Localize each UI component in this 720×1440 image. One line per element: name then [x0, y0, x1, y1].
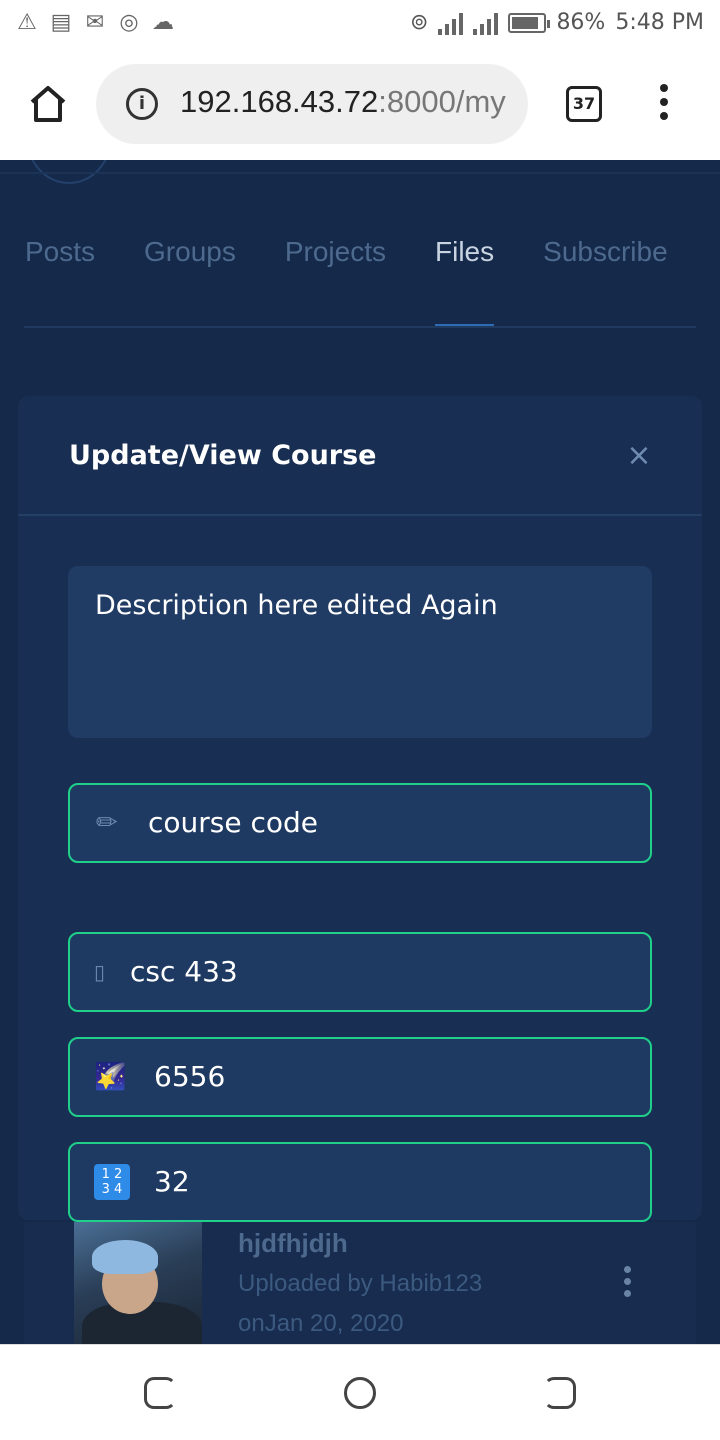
- file-title[interactable]: hjdfhjdjh: [238, 1228, 348, 1259]
- gmail-icon: ✉: [85, 10, 105, 35]
- course-units-value: 32: [154, 1165, 190, 1198]
- browser-toolbar: i 192.168.43.72:8000/my 37: [0, 48, 720, 160]
- course-name-field[interactable]: ▯ csc 433: [68, 932, 652, 1012]
- close-icon[interactable]: ×: [624, 438, 654, 473]
- notification-icons: ⚠ ▤ ✉ ◎ ☁: [14, 10, 176, 36]
- update-course-modal: Update/View Course × Description here ed…: [18, 396, 702, 1222]
- course-id-field[interactable]: 🌠 6556: [68, 1037, 652, 1117]
- file-list-item[interactable]: hjdfhjdjh Uploaded by Habib123 onJan 20,…: [24, 1222, 696, 1344]
- hotspot-icon: ⊚: [410, 10, 429, 35]
- tab-projects[interactable]: Projects: [285, 236, 386, 276]
- course-name-value: csc 433: [130, 955, 238, 988]
- url-host: 192.168.43.72: [180, 84, 379, 119]
- more-options-icon[interactable]: [624, 1266, 634, 1302]
- numbers-icon: 1 23 4: [94, 1164, 130, 1200]
- tab-subscribe[interactable]: Subscribe: [543, 236, 668, 276]
- profile-tabs: Posts Groups Projects Files Subscribe: [25, 236, 717, 327]
- file-thumbnail[interactable]: [74, 1222, 202, 1344]
- warning-icon: ⚠: [17, 10, 37, 35]
- tab-posts[interactable]: Posts: [25, 236, 95, 276]
- tab-groups[interactable]: Groups: [144, 236, 236, 276]
- divider: [0, 172, 720, 174]
- signal-icon: [438, 11, 464, 35]
- url-text[interactable]: 192.168.43.72:8000/my: [180, 84, 506, 120]
- back-button[interactable]: [544, 1377, 576, 1409]
- tabs-divider: [24, 326, 696, 328]
- pencil-icon: ✏: [96, 808, 118, 838]
- home-nav-button[interactable]: [344, 1377, 376, 1409]
- course-code-value: course code: [148, 806, 319, 839]
- url-path: :8000/my: [378, 84, 506, 119]
- description-textarea[interactable]: Description here edited Again: [68, 566, 652, 738]
- course-id-value: 6556: [154, 1060, 226, 1093]
- course-units-field[interactable]: 1 23 4 32: [68, 1142, 652, 1222]
- modal-title: Update/View Course: [69, 440, 377, 471]
- missing-glyph-icon: ▯: [94, 960, 106, 984]
- modal-header: Update/View Course ×: [18, 396, 702, 516]
- status-bar: ⚠ ▤ ✉ ◎ ☁ ⊚ 86% 5:48 PM: [0, 0, 720, 48]
- tab-files[interactable]: Files: [435, 236, 495, 327]
- file-date: onJan 20, 2020: [238, 1310, 404, 1337]
- news-icon: ▤: [50, 10, 72, 35]
- description-value: Description here edited Again: [95, 590, 498, 621]
- battery-icon: [508, 12, 551, 33]
- address-bar[interactable]: i 192.168.43.72:8000/my: [96, 64, 528, 144]
- browser-menu-button[interactable]: [652, 84, 676, 124]
- recent-apps-button[interactable]: [144, 1377, 176, 1409]
- home-button[interactable]: [24, 80, 72, 128]
- system-navigation-bar: [0, 1344, 720, 1440]
- clock: 5:48 PM: [615, 10, 704, 35]
- battery-percent: 86%: [556, 10, 606, 35]
- page-content: Posts Groups Projects Files Subscribe Up…: [0, 160, 720, 1344]
- info-icon[interactable]: i: [126, 88, 158, 120]
- home-icon: [30, 86, 66, 122]
- record-icon: ◎: [119, 10, 139, 35]
- file-uploader: Uploaded by Habib123: [238, 1270, 483, 1297]
- cloud-upload-icon: ☁: [152, 10, 174, 35]
- shooting-star-icon: 🌠: [94, 1062, 127, 1092]
- signal-icon: [473, 11, 499, 35]
- course-code-field[interactable]: ✏ course code: [68, 783, 652, 863]
- tab-switcher-button[interactable]: 37: [566, 86, 602, 122]
- system-status: ⊚ 86% 5:48 PM: [410, 10, 704, 35]
